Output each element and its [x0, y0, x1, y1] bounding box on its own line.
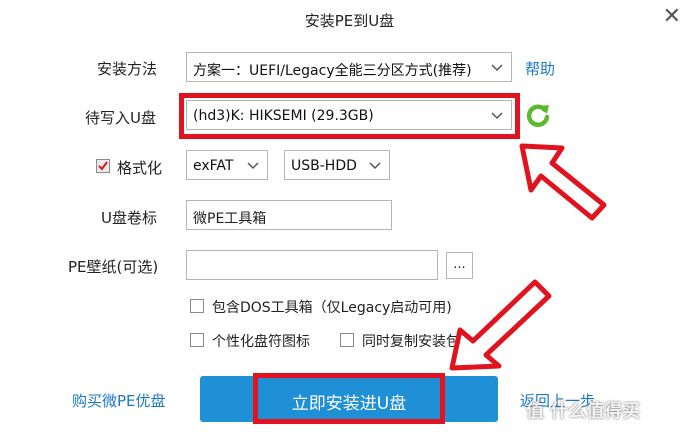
arrow-to-drive-icon — [519, 143, 607, 221]
arrow-to-install-icon — [449, 279, 552, 371]
annotation-arrows — [449, 143, 607, 371]
watermark: 值 什么值得买 — [526, 401, 641, 422]
